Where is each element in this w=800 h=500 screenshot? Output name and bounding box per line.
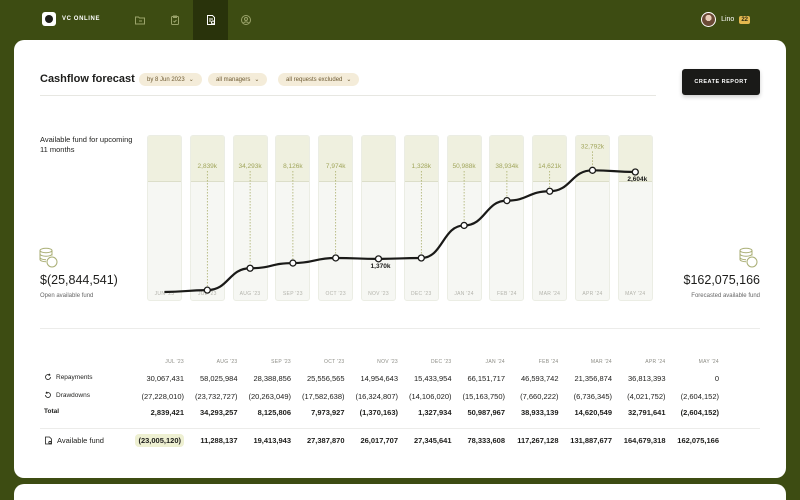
column-header: JAN '24 [485, 359, 505, 365]
data-point[interactable] [503, 196, 511, 205]
point-label: 34,293k [239, 163, 263, 170]
nav-folder-icon[interactable] [122, 0, 157, 40]
total-label: Total [44, 408, 60, 415]
data-point[interactable] [374, 255, 383, 263]
point-label: 8,126k [283, 163, 303, 170]
point-label: 14,621k [538, 163, 562, 170]
data-point[interactable] [588, 166, 597, 174]
column-header: MAR '24 [590, 359, 612, 365]
notification-badge: 22 [739, 15, 750, 24]
available-fund-cell: 162,075,166 [677, 436, 719, 445]
column-header: NOV '23 [377, 359, 398, 365]
report-icon [45, 436, 52, 445]
point-label: 2,839k [198, 163, 218, 170]
app-name: VC ONLINE [62, 16, 101, 22]
column-header: AUG '23 [216, 359, 238, 365]
data-point[interactable] [203, 286, 211, 294]
total-row-label: Total [44, 408, 59, 415]
table-cell: 0 [714, 374, 719, 383]
nav-clipboard-icon[interactable] [157, 0, 192, 40]
secondary-card [14, 484, 786, 500]
data-point[interactable] [332, 254, 340, 262]
available-fund-label: Available fund [57, 436, 104, 445]
top-navigation-bar: VC ONLINE Lino 22 [0, 0, 800, 40]
column-header: SEP '23 [271, 359, 291, 365]
app-logo[interactable]: VC ONLINE [42, 12, 100, 26]
logo-mark-icon [42, 12, 56, 26]
data-point[interactable] [246, 264, 254, 272]
repayments-row-label: Repayments [44, 373, 93, 381]
point-label: 7,974k [326, 163, 346, 170]
drawdowns-label: Drawdowns [56, 391, 90, 399]
point-label: 2,604k [627, 176, 647, 183]
column-header: FEB '24 [538, 359, 559, 365]
point-label: 1,328k [412, 163, 432, 170]
column-header: JUL '23 [165, 359, 184, 365]
reload-icon [45, 391, 51, 398]
available-fund-row-label: Available fund [44, 436, 104, 445]
chart-divider [40, 328, 760, 329]
point-label: 32,792k [581, 143, 605, 150]
refresh-icon [45, 373, 51, 380]
point-label: 1,370k [371, 263, 391, 270]
data-point[interactable] [417, 254, 425, 262]
avatar [701, 12, 717, 27]
data-point[interactable] [546, 187, 554, 195]
cashflow-card: Cashflow forecast by 8 Jun 2023 ⌄ all man… [14, 40, 786, 478]
series-line [164, 169, 636, 294]
drawdowns-row-label: Drawdowns [44, 391, 90, 399]
column-header: MAY '24 [698, 359, 719, 365]
repayments-label: Repayments [56, 373, 93, 381]
table-divider [40, 428, 760, 429]
nav-profile-icon[interactable] [228, 0, 263, 40]
point-label: 38,934k [495, 163, 519, 170]
table-cell: (2,604,152) [680, 392, 719, 401]
data-point[interactable] [631, 168, 639, 176]
user-menu[interactable]: Lino 22 [701, 12, 750, 27]
point-label: 50,988k [453, 163, 477, 170]
user-name: Lino [721, 16, 735, 23]
data-point[interactable] [289, 259, 297, 267]
column-header: DEC '23 [430, 359, 452, 365]
nav-report-icon[interactable] [193, 0, 228, 40]
column-header: OCT '23 [324, 359, 345, 365]
data-point[interactable] [460, 221, 468, 230]
table-cell: (2,604,152) [680, 408, 719, 417]
column-header: APR '24 [645, 359, 666, 365]
